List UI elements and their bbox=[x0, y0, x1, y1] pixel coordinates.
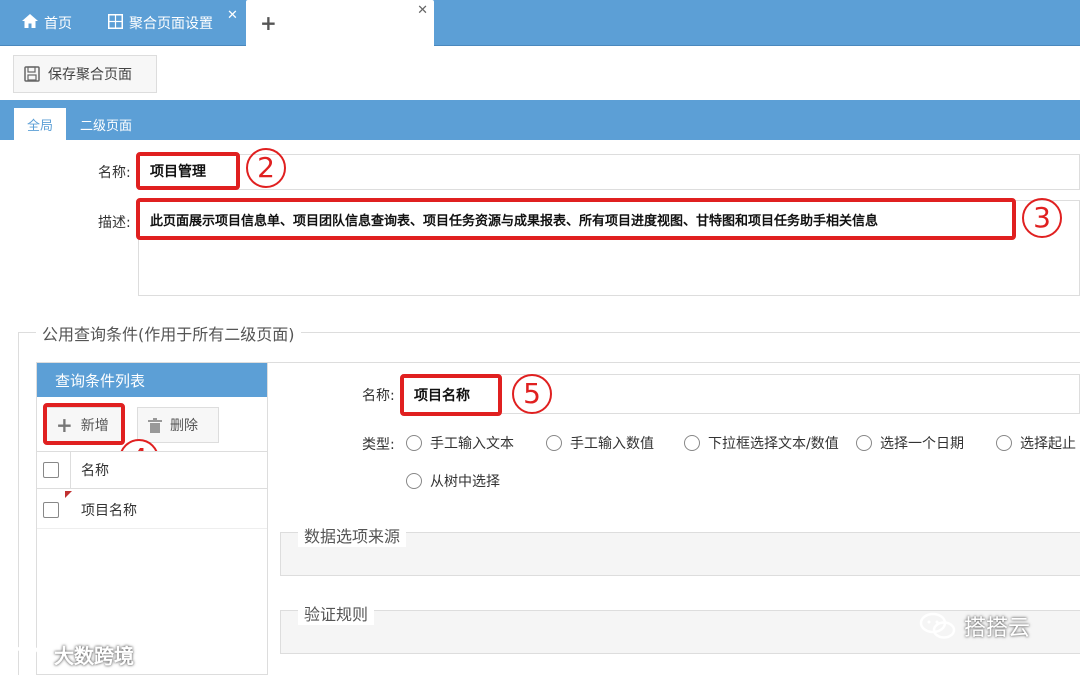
grid-header: 名称 bbox=[37, 451, 267, 489]
watermark-left-text: 大数跨境 bbox=[54, 644, 134, 668]
tab-home[interactable]: 首页 bbox=[22, 0, 72, 46]
trash-icon bbox=[148, 417, 162, 433]
radio-button[interactable] bbox=[406, 473, 422, 489]
table-row[interactable]: 项目名称 bbox=[37, 491, 267, 529]
wechat-icon bbox=[919, 612, 956, 639]
select-all-checkbox[interactable] bbox=[43, 462, 59, 478]
save-aggregate-page-button[interactable]: 保存聚合页面 bbox=[13, 55, 157, 93]
tab-second-level-page[interactable]: 二级页面 bbox=[80, 108, 132, 140]
row-checkbox[interactable] bbox=[43, 501, 59, 518]
modified-marker bbox=[65, 491, 72, 498]
query-list-title: 查询条件列表 bbox=[37, 363, 267, 397]
tab-aggregate-settings-label: 聚合页面设置 bbox=[129, 16, 213, 32]
watermark-right-text: 搭搭云 bbox=[964, 616, 1031, 641]
description-label: 描述: bbox=[98, 215, 131, 231]
close-icon[interactable]: ✕ bbox=[417, 3, 428, 18]
detail-name-input[interactable]: 项目名称 bbox=[400, 374, 502, 416]
layout-icon bbox=[108, 13, 123, 33]
type-label: 类型: bbox=[362, 437, 395, 453]
sub-tab-bar: 全局 二级页面 bbox=[0, 100, 1080, 140]
watermark-left: 大数跨境 bbox=[10, 640, 134, 669]
tab-aggregate-settings[interactable]: 聚合页面设置 bbox=[108, 0, 213, 46]
save-icon bbox=[24, 66, 40, 82]
type-option-label: 选择起止 bbox=[1020, 436, 1076, 452]
annotation-3: 3 bbox=[1022, 198, 1062, 238]
type-option-dropdown[interactable]: 下拉框选择文本/数值 bbox=[684, 433, 839, 453]
annotation-5: 5 bbox=[512, 374, 552, 414]
tab-home-label: 首页 bbox=[44, 16, 72, 32]
type-option-label: 手工输入数值 bbox=[570, 436, 654, 452]
radio-button[interactable] bbox=[996, 435, 1012, 451]
watermark-right: 搭搭云 bbox=[918, 610, 1030, 642]
column-header-name: 名称 bbox=[81, 463, 109, 479]
delete-button-label: 删除 bbox=[170, 418, 198, 434]
validation-legend: 验证规则 bbox=[298, 601, 375, 625]
type-option-date-range[interactable]: 选择起止 bbox=[996, 433, 1076, 453]
tab-new-page-label: 新建聚合页面1246 bbox=[286, 16, 407, 32]
logo-icon bbox=[12, 644, 42, 664]
common-query-legend: 公用查询条件(作用于所有二级页面) bbox=[36, 321, 301, 345]
radio-button[interactable] bbox=[856, 435, 872, 451]
radio-button[interactable] bbox=[684, 435, 700, 451]
radio-button[interactable] bbox=[546, 435, 562, 451]
radio-button[interactable] bbox=[406, 435, 422, 451]
type-option-manual-number[interactable]: 手工输入数值 bbox=[546, 433, 654, 453]
data-source-legend: 数据选项来源 bbox=[298, 523, 407, 547]
detail-panel-border bbox=[268, 362, 1080, 363]
type-option-label: 手工输入文本 bbox=[430, 436, 514, 452]
save-button-label: 保存聚合页面 bbox=[48, 67, 132, 83]
type-option-manual-text[interactable]: 手工输入文本 bbox=[406, 433, 514, 453]
close-icon[interactable]: ✕ bbox=[227, 8, 238, 23]
type-option-date[interactable]: 选择一个日期 bbox=[856, 433, 964, 453]
column-divider bbox=[70, 451, 71, 489]
tab-global[interactable]: 全局 bbox=[14, 108, 66, 140]
description-value: 此页面展示项目信息单、项目团队信息查询表、项目任务资源与成果报表、所有项目进度视… bbox=[136, 198, 1016, 240]
home-icon bbox=[22, 14, 38, 32]
name-input[interactable]: 项目管理 bbox=[136, 152, 240, 190]
row-name: 项目名称 bbox=[81, 502, 137, 519]
detail-name-label: 名称: bbox=[362, 388, 395, 404]
type-option-label: 选择一个日期 bbox=[880, 436, 964, 452]
tab-new-aggregate-page[interactable]: + 新建聚合页面1246 ✕ bbox=[246, 0, 434, 46]
type-option-tree[interactable]: 从树中选择 bbox=[406, 471, 500, 491]
plus-icon: + bbox=[260, 11, 277, 35]
top-tab-bar: 首页 聚合页面设置 ✕ + 新建聚合页面1246 ✕ bbox=[0, 0, 1080, 46]
name-label: 名称: bbox=[98, 165, 131, 181]
detail-name-field-border bbox=[402, 374, 1080, 414]
type-option-label: 从树中选择 bbox=[430, 474, 500, 490]
query-condition-list-panel: 查询条件列表 + 新增 删除 4 名称 项目名称 bbox=[36, 362, 268, 675]
delete-button[interactable]: 删除 bbox=[137, 407, 219, 443]
annotation-2: 2 bbox=[246, 148, 286, 188]
type-option-label: 下拉框选择文本/数值 bbox=[708, 436, 839, 452]
add-button-highlight bbox=[43, 403, 125, 445]
